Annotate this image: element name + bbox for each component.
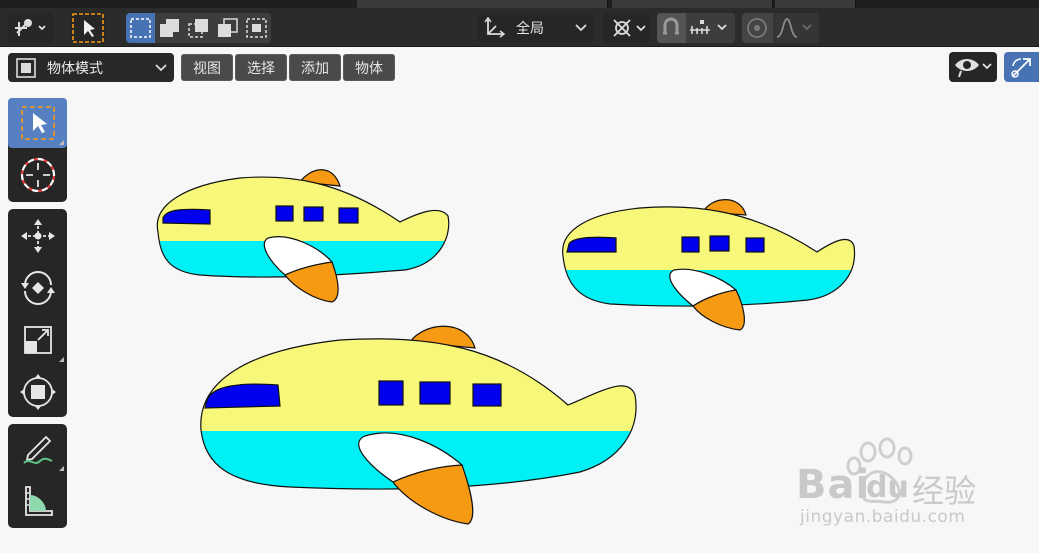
toolshelf-annotate-group [8, 424, 67, 528]
orientation-label: 全局 [516, 21, 544, 37]
select-box-intersect-button[interactable] [242, 13, 271, 43]
snap-increment-icon [690, 20, 727, 34]
cursor-icon [20, 157, 55, 193]
tool-annotate[interactable] [8, 424, 67, 474]
toolshelf-transform-group [8, 209, 67, 417]
menu-object[interactable]: 物体 [343, 54, 395, 81]
visibility-dropdown[interactable] [949, 52, 997, 82]
move-icon [20, 219, 55, 253]
pivot-point-dropdown[interactable] [603, 13, 650, 43]
workspace-tab[interactable] [357, 0, 608, 8]
tool-move[interactable] [8, 211, 67, 261]
window-top-strip [0, 0, 1039, 8]
scale-icon [23, 326, 52, 354]
measure-ruler-icon [24, 486, 53, 516]
tool-cursor[interactable] [8, 150, 67, 200]
transform-icon [19, 374, 56, 410]
annotate-pencil-icon [22, 435, 52, 464]
toolshelf-select-group [8, 98, 67, 202]
tool-more-indicator [59, 357, 64, 362]
workspace-tab[interactable] [612, 0, 773, 8]
pivot-point-icon [612, 19, 646, 37]
orientation-axes-icon [484, 16, 506, 38]
select-tool-icon [72, 13, 104, 43]
tool-more-indicator [59, 140, 64, 145]
select-box-extend-icon [160, 19, 179, 37]
tool-rotate[interactable] [8, 263, 67, 313]
select-mode-group [126, 13, 271, 43]
workspace-tab[interactable] [775, 0, 856, 8]
watermark-url: jingyan.baidu.com [800, 507, 966, 527]
menu-view[interactable]: 视图 [181, 54, 233, 81]
watermark-cn: 经验 [912, 472, 977, 510]
select-box-subtract-icon [188, 19, 208, 38]
snapping-icon [663, 17, 679, 35]
select-box-icon [20, 106, 55, 140]
select-box-new-icon [130, 18, 151, 38]
select-box-invert-icon [218, 18, 238, 37]
gizmo-toggle[interactable] [1004, 52, 1039, 82]
chevron-down-icon [155, 64, 167, 72]
mode-label: 物体模式 [47, 60, 103, 77]
select-box-new-button[interactable] [126, 13, 155, 43]
watermark-brand: Bai [796, 462, 871, 508]
falloff-curve-icon [776, 18, 812, 38]
rotate-icon [20, 271, 55, 305]
airplane-3[interactable] [190, 325, 650, 525]
gizmo-toggle-icon [1010, 58, 1031, 78]
select-box-intersect-icon [246, 18, 267, 38]
tool-measure[interactable] [8, 476, 67, 526]
object-mode-icon [16, 57, 36, 78]
visibility-eye-icon [955, 59, 992, 78]
menu-select[interactable]: 选择 [235, 54, 287, 81]
tool-more-indicator [59, 466, 64, 471]
transform-gizmo-icon [15, 19, 46, 36]
interaction-mode-dropdown[interactable]: 物体模式 [8, 53, 174, 82]
airplane-1[interactable] [150, 169, 460, 303]
falloff-dropdown[interactable] [773, 13, 819, 43]
proportional-edit-toggle[interactable] [742, 13, 773, 43]
airplane-2[interactable] [555, 195, 865, 331]
proportional-edit-icon [747, 18, 767, 38]
tool-transform[interactable] [8, 367, 67, 417]
tool-scale[interactable] [8, 315, 67, 365]
select-box-invert-button[interactable] [213, 13, 242, 43]
transform-orientation-dropdown[interactable]: 全局 [477, 13, 594, 43]
snap-target-dropdown[interactable] [686, 13, 735, 43]
menu-add[interactable]: 添加 [289, 54, 341, 81]
watermark-brand-du: du [866, 470, 909, 505]
transform-gizmo-dropdown[interactable] [8, 13, 54, 43]
select-box-subtract-button[interactable] [184, 13, 213, 43]
snapping-toggle[interactable] [657, 13, 686, 43]
select-box-extend-button[interactable] [155, 13, 184, 43]
proportional-edit-group [742, 13, 819, 43]
select-tool-button[interactable] [71, 12, 105, 44]
chevron-down-icon [575, 24, 587, 32]
tool-settings-header: 全局 [0, 8, 1039, 47]
snapping-group [657, 13, 735, 43]
tool-select-box[interactable] [8, 98, 67, 148]
